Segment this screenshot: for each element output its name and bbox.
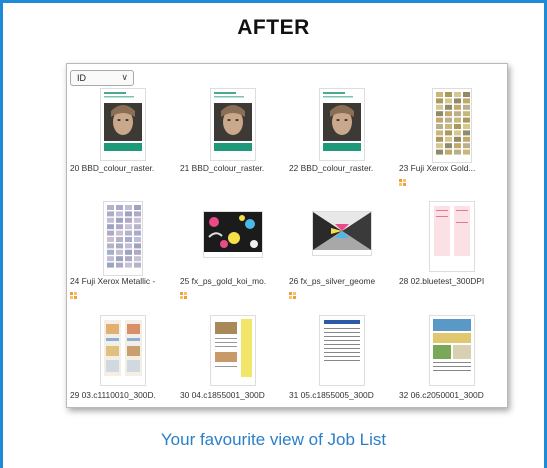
spot-color-icon bbox=[399, 179, 409, 186]
job-thumbnail bbox=[429, 316, 474, 385]
job-tile-label: 31 05.c1855005_300D bbox=[289, 390, 374, 400]
job-tile[interactable]: 29 03.c1110010_300D. bbox=[70, 316, 175, 407]
sort-select[interactable]: ID ∨ bbox=[70, 70, 134, 86]
job-tile-label: 25 fx_ps_gold_koi_mo. bbox=[180, 276, 267, 286]
spot-color-icon bbox=[180, 292, 190, 299]
slide-title: AFTER bbox=[237, 16, 310, 39]
job-tile-label: 24 Fuji Xerox Metallic - bbox=[70, 276, 156, 286]
job-thumbnail bbox=[210, 316, 255, 385]
job-thumbnail bbox=[312, 212, 371, 255]
job-tile[interactable]: 25 fx_ps_gold_koi_mo. bbox=[180, 202, 285, 305]
job-tile[interactable]: 26 fx_ps_silver_geome bbox=[289, 202, 394, 305]
job-thumbnail bbox=[103, 202, 142, 275]
job-tile[interactable]: 30 04.c1855001_300D bbox=[180, 316, 285, 407]
job-thumbnail bbox=[100, 316, 145, 385]
sort-select-value: ID bbox=[77, 73, 86, 83]
job-tile-label: 28 02.bluetest_300DPI bbox=[399, 276, 485, 286]
job-tile-label: 20 BBD_colour_raster. bbox=[70, 163, 155, 173]
job-thumbnail bbox=[319, 316, 364, 385]
job-tile[interactable]: 32 06.c2050001_300D bbox=[399, 316, 504, 407]
slide-caption: Your favourite view of Job List bbox=[160, 430, 387, 449]
job-tile-label: 30 04.c1855001_300D bbox=[180, 390, 265, 400]
job-tile-label: 22 BBD_colour_raster. bbox=[289, 163, 374, 173]
job-tile[interactable]: 31 05.c1855005_300D bbox=[289, 316, 394, 407]
job-thumbnail bbox=[100, 89, 145, 160]
job-list-panel: ID ∨ 20 BBD_colour_raster. 21 BBD_colour… bbox=[66, 63, 508, 408]
spot-color-icon bbox=[289, 292, 299, 299]
job-tile[interactable]: 24 Fuji Xerox Metallic - bbox=[70, 202, 175, 305]
job-tile[interactable]: 20 BBD_colour_raster. bbox=[70, 89, 175, 192]
spot-color-icon bbox=[70, 292, 80, 299]
job-tile-label: 26 fx_ps_silver_geome bbox=[289, 276, 376, 286]
job-tile[interactable]: 22 BBD_colour_raster. bbox=[289, 89, 394, 192]
job-thumbnail bbox=[319, 89, 364, 160]
job-tile-label: 21 BBD_colour_raster. bbox=[180, 163, 265, 173]
job-tile[interactable]: 23 Fuji Xerox Gold... bbox=[399, 89, 504, 192]
job-thumbnail bbox=[432, 89, 471, 162]
job-thumbnail bbox=[210, 89, 255, 160]
job-tile-label: 23 Fuji Xerox Gold... bbox=[399, 163, 476, 173]
job-tile-label: 29 03.c1110010_300D. bbox=[70, 390, 156, 400]
job-tile[interactable]: 21 BBD_colour_raster. bbox=[180, 89, 285, 192]
job-thumbnail bbox=[203, 212, 262, 257]
job-tile-label: 32 06.c2050001_300D bbox=[399, 390, 484, 400]
job-thumbnail bbox=[429, 202, 474, 271]
chevron-down-icon: ∨ bbox=[121, 72, 128, 82]
job-tile[interactable]: 28 02.bluetest_300DPI bbox=[399, 202, 504, 305]
